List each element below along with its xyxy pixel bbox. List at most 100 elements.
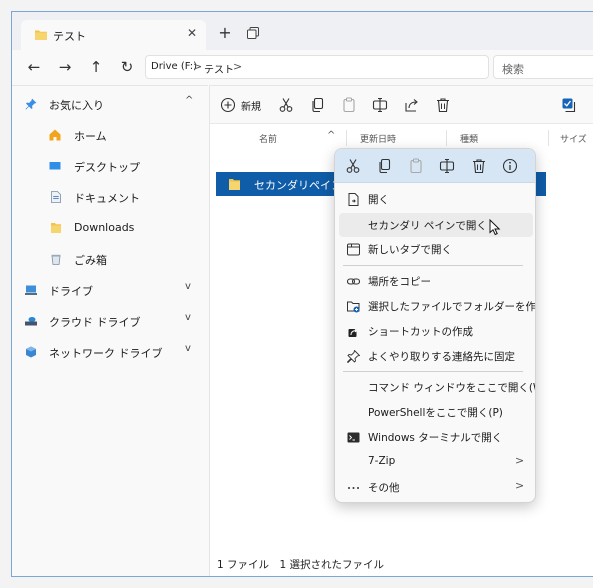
menu-separator: [343, 371, 523, 372]
sidebar-item-label: ドキュメント: [74, 192, 140, 205]
mouse-cursor-icon: [489, 219, 501, 236]
sidebar-item-downloads[interactable]: Downloads: [12, 214, 208, 242]
chevron-right-icon: >: [515, 454, 525, 467]
delete-icon[interactable]: [435, 97, 451, 113]
drive-icon: [25, 285, 37, 295]
new-tab-button[interactable]: +: [215, 24, 235, 44]
menu-item-label: 場所をコピー: [368, 276, 431, 288]
desktop-icon: [49, 162, 61, 170]
sidebar-item-label: デスクトップ: [74, 161, 140, 174]
sidebar-item-favorites[interactable]: お気に入り ^: [12, 90, 208, 118]
share-icon[interactable]: [404, 97, 420, 113]
sidebar-item-desktop[interactable]: デスクトップ: [12, 152, 208, 180]
chevron-down-icon[interactable]: v: [185, 312, 191, 323]
chevron-down-icon[interactable]: v: [185, 281, 191, 292]
folder-icon: [51, 223, 61, 233]
menu-item-label: セカンダリ ペインで開く: [368, 220, 487, 232]
menu-item-label: 選択したファイルでフォルダーを作成: [368, 301, 536, 313]
menu-item-7zip[interactable]: 7-Zip >: [339, 450, 533, 474]
cut-icon[interactable]: [278, 97, 294, 113]
sidebar-item-network-drives[interactable]: ネットワーク ドライブ v: [12, 338, 208, 366]
duplicate-window-icon[interactable]: [247, 27, 259, 39]
rename-icon[interactable]: [439, 158, 455, 174]
close-tab-icon[interactable]: ✕: [185, 26, 199, 40]
more-icon: [348, 487, 359, 489]
cut-icon[interactable]: [345, 158, 361, 174]
menu-item-open[interactable]: 開く: [339, 187, 533, 211]
column-divider[interactable]: [346, 130, 347, 146]
sidebar-item-label: お気に入り: [49, 99, 104, 112]
menu-item-create-shortcut[interactable]: ショートカットの作成: [339, 319, 533, 343]
menu-item-label: PowerShellをここで開く(P): [368, 407, 503, 419]
address-bar[interactable]: Drive (F:) > テスト >: [145, 55, 489, 79]
menu-item-pin-to-favorites[interactable]: よくやり取りする連絡先に固定: [339, 344, 533, 368]
menu-item-label: 7-Zip: [368, 455, 396, 467]
column-type[interactable]: 種類: [460, 132, 478, 145]
sort-ascending-icon[interactable]: ^: [327, 130, 335, 141]
up-button[interactable]: ↑: [87, 59, 105, 77]
column-modified[interactable]: 更新日時: [360, 132, 396, 145]
breadcrumb-folder[interactable]: テスト: [204, 61, 234, 76]
menu-item-open-powershell[interactable]: PowerShellをここで開く(P): [339, 400, 533, 424]
sidebar-item-label: クラウド ドライブ: [49, 316, 141, 329]
menu-item-label: 新しいタブで開く: [368, 244, 452, 256]
folder-icon: [35, 30, 47, 40]
select-icon[interactable]: [561, 97, 577, 113]
file-name: セカンダリペイン: [254, 179, 342, 192]
properties-icon[interactable]: [502, 158, 518, 174]
menu-item-open-command-window[interactable]: コマンド ウィンドウをここで開く(W): [339, 375, 536, 399]
context-menu: 開く セカンダリ ペインで開く 新しいタブで開く 場所をコピー 選択したファイル…: [334, 148, 536, 503]
new-button[interactable]: 新規: [241, 98, 261, 113]
sidebar-item-label: ホーム: [74, 130, 107, 143]
menu-item-copy-location[interactable]: 場所をコピー: [339, 269, 533, 293]
sidebar-item-home[interactable]: ホーム: [12, 121, 208, 149]
command-toolbar: 新規: [210, 86, 593, 124]
menu-item-more[interactable]: その他 >: [339, 475, 533, 499]
home-icon: [49, 129, 61, 141]
breadcrumb-separator: >: [233, 60, 243, 73]
new-icon[interactable]: [220, 97, 236, 113]
back-button[interactable]: ←: [25, 59, 43, 77]
menu-separator: [343, 265, 523, 266]
menu-item-open-windows-terminal[interactable]: Windows ターミナルで開く: [339, 425, 533, 449]
delete-icon[interactable]: [471, 158, 487, 174]
rename-icon[interactable]: [372, 97, 388, 113]
chevron-up-icon[interactable]: ^: [185, 95, 193, 106]
menu-item-label: よくやり取りする連絡先に固定: [368, 351, 515, 363]
status-text: 1 ファイル 1 選択されたファイル: [217, 559, 385, 571]
tab-test[interactable]: テスト ✕: [21, 20, 206, 50]
sidebar-item-documents[interactable]: ドキュメント: [12, 183, 208, 211]
new-tab-icon: [347, 243, 360, 256]
column-divider[interactable]: [548, 130, 549, 146]
menu-item-open-new-tab[interactable]: 新しいタブで開く: [339, 237, 533, 261]
column-headers: 名前 ^ 更新日時 種類 サイズ: [210, 124, 593, 150]
menu-item-create-folder-from-selection[interactable]: 選択したファイルでフォルダーを作成: [339, 294, 536, 318]
menu-item-label: 開く: [368, 194, 389, 206]
open-icon: [348, 193, 359, 206]
forward-button[interactable]: →: [56, 59, 74, 77]
refresh-button[interactable]: ↻: [118, 59, 136, 77]
paste-icon: [410, 158, 422, 174]
breadcrumb-separator: >: [193, 60, 203, 73]
breadcrumb-drive[interactable]: Drive (F:): [151, 61, 197, 72]
menu-item-label: コマンド ウィンドウをここで開く(W): [368, 382, 536, 394]
menu-item-open-secondary-pane[interactable]: セカンダリ ペインで開く: [339, 213, 533, 237]
sidebar-item-cloud-drives[interactable]: クラウド ドライブ v: [12, 307, 208, 335]
folder-icon: [229, 179, 240, 190]
recycle-bin-icon: [51, 254, 61, 265]
column-size[interactable]: サイズ: [560, 132, 587, 145]
sidebar-item-recycle-bin[interactable]: ごみ箱: [12, 245, 208, 273]
sidebar-item-drives[interactable]: ドライブ v: [12, 276, 208, 304]
copy-icon[interactable]: [310, 97, 326, 113]
pin-icon: [347, 350, 360, 363]
column-divider[interactable]: [446, 130, 447, 146]
link-icon: [347, 278, 360, 285]
sidebar-item-label: ごみ箱: [74, 254, 107, 267]
paste-icon: [343, 97, 355, 113]
chevron-down-icon[interactable]: v: [185, 343, 191, 354]
network-drive-icon: [26, 346, 36, 358]
copy-icon[interactable]: [377, 158, 393, 174]
document-icon: [51, 191, 61, 203]
column-name[interactable]: 名前: [259, 132, 277, 145]
search-input[interactable]: 検索: [493, 55, 593, 79]
